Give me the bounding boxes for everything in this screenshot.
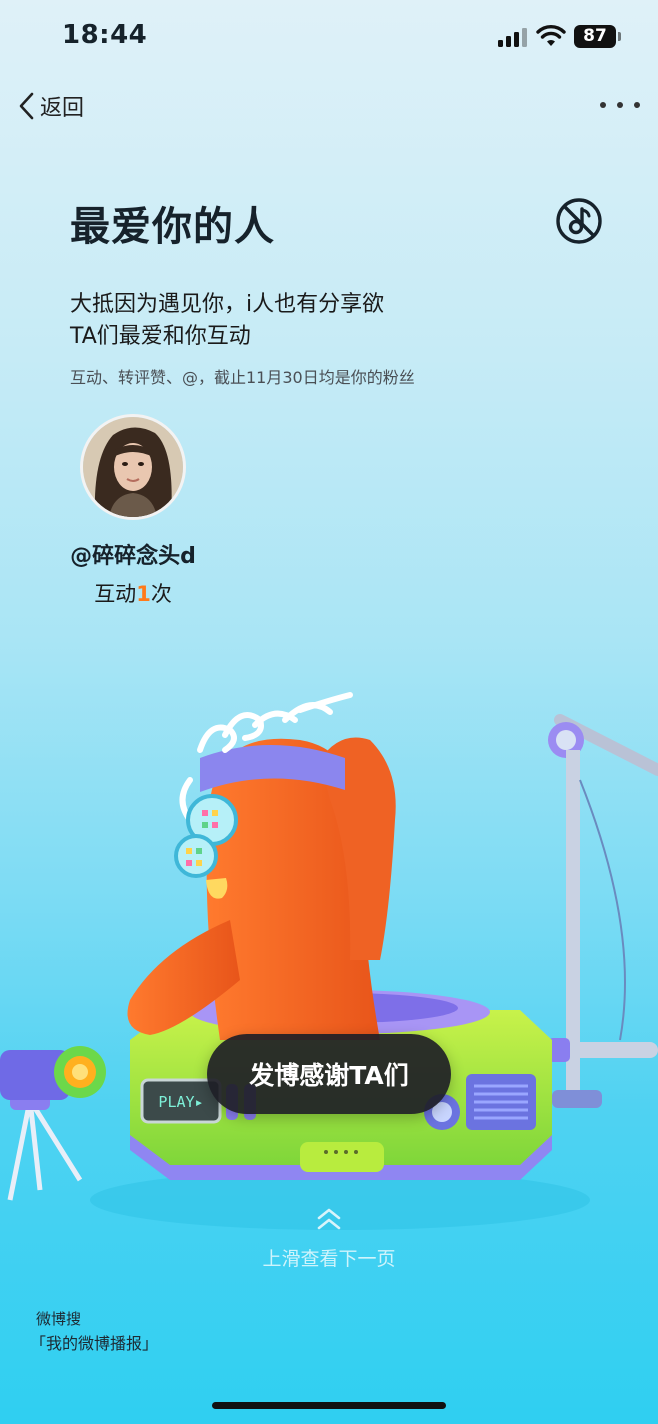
brand-line-2: 「我的微博播报」: [30, 1334, 159, 1353]
thank-fans-button[interactable]: 发博感谢TA们: [207, 1034, 451, 1114]
more-icon[interactable]: [600, 98, 640, 112]
battery-icon: 87: [574, 25, 621, 48]
interaction-count-number: 1: [136, 582, 151, 606]
interaction-count: 互动1次: [94, 582, 172, 606]
signal-icon: [498, 28, 527, 47]
back-label: 返回: [40, 96, 85, 121]
brand-line-1: 微博搜: [36, 1310, 82, 1328]
chevron-up-icon: [317, 1208, 341, 1230]
music-off-icon[interactable]: [554, 196, 604, 246]
home-indicator[interactable]: [212, 1402, 446, 1409]
username[interactable]: @碎碎念头d: [20, 538, 246, 570]
dj-character-illustration: PLAY▸: [0, 692, 658, 1230]
back-button[interactable]: 返回: [16, 90, 84, 122]
wifi-icon: [536, 25, 566, 46]
avatar[interactable]: [80, 414, 186, 520]
caption: 互动、转评赞、@，截止11月30日均是你的粉丝: [70, 368, 415, 387]
page-title: 最爱你的人: [70, 204, 275, 250]
status-time: 18:44: [62, 20, 148, 50]
subtitle-line-2: TA们最爱和你互动: [70, 324, 251, 349]
swipe-hint: 上滑查看下一页: [262, 1248, 396, 1270]
subtitle-line-1: 大抵因为遇见你，i人也有分享欲: [70, 292, 385, 317]
screen-text: PLAY▸: [158, 1093, 203, 1111]
chevron-left-icon: [19, 92, 34, 120]
